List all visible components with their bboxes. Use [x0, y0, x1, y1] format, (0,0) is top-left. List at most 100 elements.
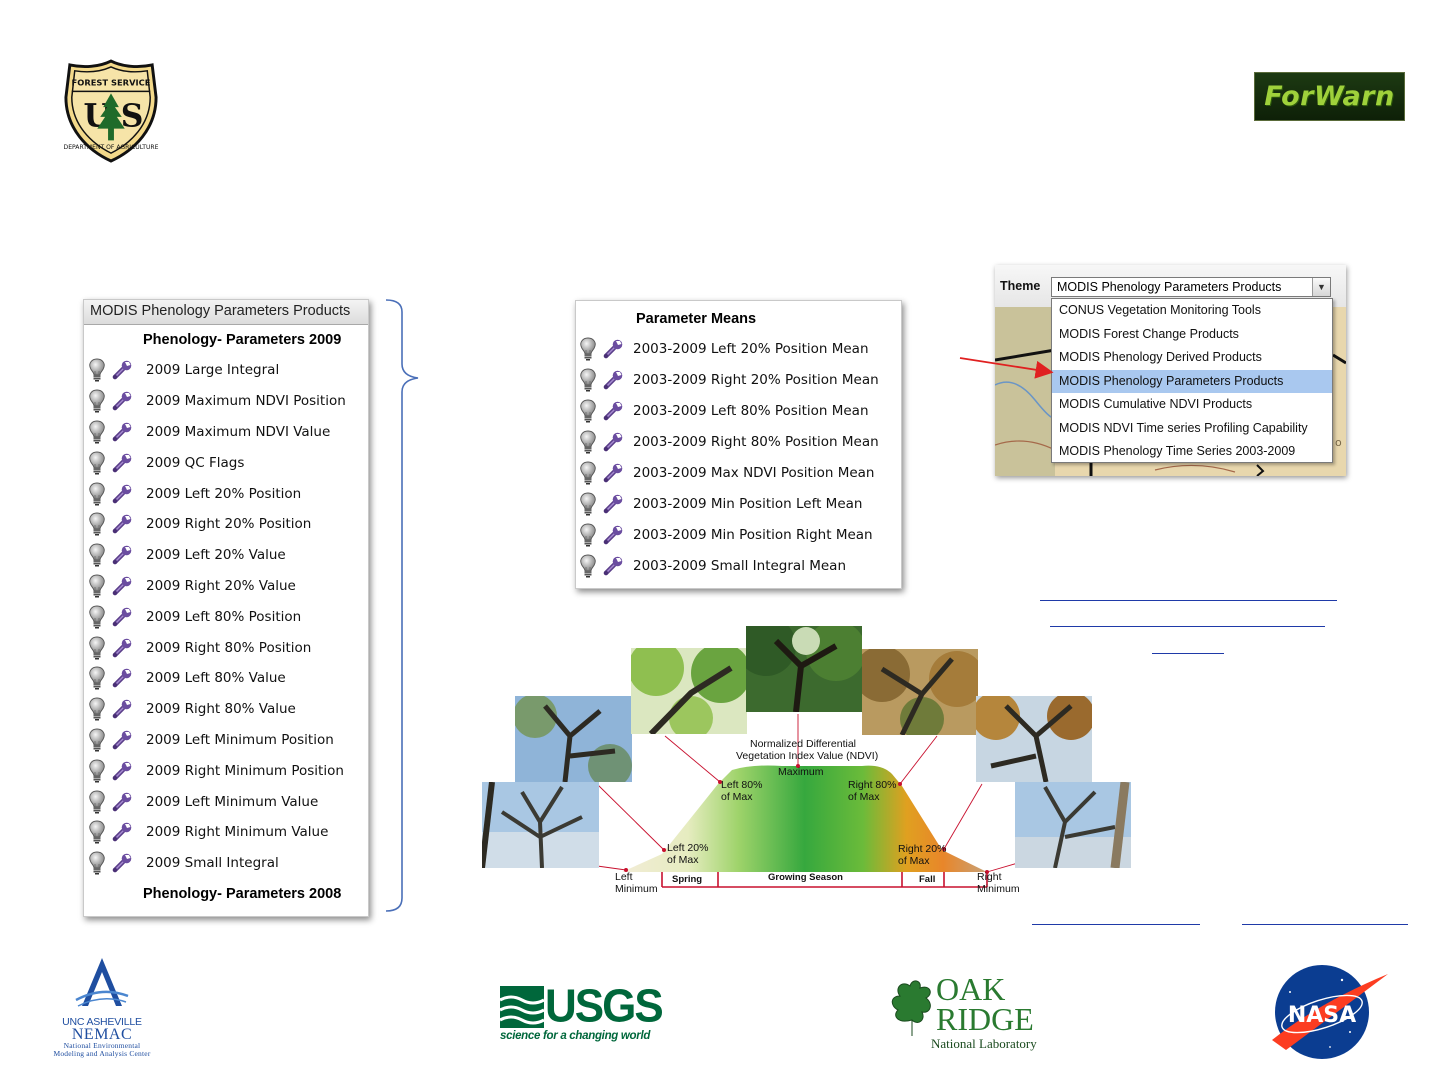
- theme-select[interactable]: MODIS Phenology Parameters Products ▼: [1051, 277, 1331, 297]
- theme-option[interactable]: CONUS Vegetation Monitoring Tools: [1052, 299, 1332, 323]
- lightbulb-icon[interactable]: [87, 819, 107, 845]
- lightbulb-icon[interactable]: [87, 727, 107, 753]
- lightbulb-icon[interactable]: [87, 665, 107, 691]
- wrench-icon[interactable]: [111, 544, 133, 566]
- wrench-icon[interactable]: [111, 729, 133, 751]
- link-underline[interactable]: [1040, 600, 1337, 601]
- layer-row[interactable]: 2003-2009 Max NDVI Position Mean: [576, 458, 901, 489]
- parameter-means-title[interactable]: Parameter Means: [576, 301, 901, 334]
- lightbulb-icon[interactable]: [578, 429, 598, 455]
- layer-row[interactable]: 2009 Left Minimum Value: [84, 786, 368, 817]
- layer-label: 2009 Left Minimum Position: [146, 731, 334, 748]
- wrench-icon[interactable]: [111, 421, 133, 443]
- chevron-down-icon[interactable]: ▼: [1312, 278, 1330, 296]
- wrench-icon[interactable]: [602, 493, 624, 515]
- layer-row[interactable]: 2009 Right Minimum Value: [84, 817, 368, 848]
- lightbulb-icon[interactable]: [578, 491, 598, 517]
- nemac-line2: NEMAC: [71, 1026, 133, 1043]
- wrench-icon[interactable]: [111, 852, 133, 874]
- theme-option[interactable]: MODIS Cumulative NDVI Products: [1052, 393, 1332, 417]
- theme-option[interactable]: MODIS NDVI Time series Profiling Capabil…: [1052, 417, 1332, 441]
- layer-label: 2009 Maximum NDVI Value: [146, 423, 331, 440]
- layer-label: 2009 Left 20% Position: [146, 485, 302, 502]
- layer-row[interactable]: 2009 Right 20% Position: [84, 509, 368, 540]
- ndvi-title-line1: Normalized Differential: [750, 738, 857, 750]
- layer-row[interactable]: 2009 Right 80% Position: [84, 632, 368, 663]
- layer-row[interactable]: 2003-2009 Min Position Left Mean: [576, 488, 901, 519]
- wrench-icon[interactable]: [111, 359, 133, 381]
- lightbulb-icon[interactable]: [87, 511, 107, 537]
- lightbulb-icon[interactable]: [578, 553, 598, 579]
- wrench-icon[interactable]: [111, 452, 133, 474]
- wrench-icon[interactable]: [602, 369, 624, 391]
- lightbulb-icon[interactable]: [87, 573, 107, 599]
- lightbulb-icon[interactable]: [87, 450, 107, 476]
- link-underline[interactable]: [1152, 653, 1224, 654]
- group-title-2009[interactable]: Phenology- Parameters 2009: [84, 325, 368, 355]
- layer-row[interactable]: 2003-2009 Right 20% Position Mean: [576, 365, 901, 396]
- wrench-icon[interactable]: [602, 462, 624, 484]
- wrench-icon[interactable]: [602, 338, 624, 360]
- layer-row[interactable]: 2009 Maximum NDVI Value: [84, 417, 368, 448]
- wrench-icon[interactable]: [111, 760, 133, 782]
- layer-row[interactable]: 2009 QC Flags: [84, 447, 368, 478]
- wrench-icon[interactable]: [111, 513, 133, 535]
- wrench-icon[interactable]: [602, 555, 624, 577]
- theme-option[interactable]: MODIS Phenology Parameters Products: [1052, 369, 1332, 393]
- layer-row[interactable]: 2009 Left 20% Value: [84, 540, 368, 571]
- layer-row[interactable]: 2003-2009 Small Integral Mean: [576, 550, 901, 581]
- lightbulb-icon[interactable]: [87, 696, 107, 722]
- link-underline[interactable]: [1242, 924, 1408, 925]
- theme-option[interactable]: MODIS Phenology Derived Products: [1052, 346, 1332, 370]
- wrench-icon[interactable]: [111, 637, 133, 659]
- wrench-icon[interactable]: [111, 390, 133, 412]
- layer-row[interactable]: 2009 Right 80% Value: [84, 694, 368, 725]
- wrench-icon[interactable]: [602, 524, 624, 546]
- layer-row[interactable]: 2003-2009 Right 80% Position Mean: [576, 427, 901, 458]
- wrench-icon[interactable]: [602, 431, 624, 453]
- lightbulb-icon[interactable]: [87, 357, 107, 383]
- wrench-icon[interactable]: [111, 483, 133, 505]
- wrench-icon[interactable]: [111, 791, 133, 813]
- lightbulb-icon[interactable]: [87, 789, 107, 815]
- layer-row[interactable]: 2009 Right Minimum Position: [84, 755, 368, 786]
- left-20-line1: Left 20%: [667, 842, 709, 854]
- layer-row[interactable]: 2009 Maximum NDVI Position: [84, 386, 368, 417]
- wrench-icon[interactable]: [111, 821, 133, 843]
- lightbulb-icon[interactable]: [87, 635, 107, 661]
- link-underline[interactable]: [1032, 924, 1200, 925]
- wrench-icon[interactable]: [111, 606, 133, 628]
- lightbulb-icon[interactable]: [578, 336, 598, 362]
- theme-option[interactable]: MODIS Phenology Time Series 2003-2009: [1052, 440, 1332, 464]
- layer-row[interactable]: 2009 Left 80% Position: [84, 601, 368, 632]
- lightbulb-icon[interactable]: [578, 460, 598, 486]
- layer-label: 2009 Right 20% Position: [146, 516, 312, 533]
- layer-row[interactable]: 2009 Right 20% Value: [84, 571, 368, 602]
- layer-row[interactable]: 2009 Left Minimum Position: [84, 725, 368, 756]
- lightbulb-icon[interactable]: [87, 419, 107, 445]
- layer-row[interactable]: 2003-2009 Min Position Right Mean: [576, 519, 901, 550]
- layer-row[interactable]: 2009 Left 20% Position: [84, 478, 368, 509]
- lightbulb-icon[interactable]: [87, 850, 107, 876]
- lightbulb-icon[interactable]: [578, 398, 598, 424]
- wrench-icon[interactable]: [111, 575, 133, 597]
- lightbulb-icon[interactable]: [87, 542, 107, 568]
- theme-option[interactable]: MODIS Forest Change Products: [1052, 323, 1332, 347]
- wrench-icon[interactable]: [111, 667, 133, 689]
- lightbulb-icon[interactable]: [87, 758, 107, 784]
- layer-row[interactable]: 2009 Small Integral: [84, 848, 368, 879]
- lightbulb-icon[interactable]: [87, 388, 107, 414]
- lightbulb-icon[interactable]: [578, 522, 598, 548]
- left-20-line2: of Max: [667, 854, 699, 866]
- layer-row[interactable]: 2003-2009 Left 80% Position Mean: [576, 396, 901, 427]
- wrench-icon[interactable]: [602, 400, 624, 422]
- wrench-icon[interactable]: [111, 698, 133, 720]
- lightbulb-icon[interactable]: [87, 481, 107, 507]
- layer-row[interactable]: 2009 Large Integral: [84, 355, 368, 386]
- spring-label: Spring: [672, 874, 703, 885]
- lightbulb-icon[interactable]: [578, 367, 598, 393]
- group-title-2008[interactable]: Phenology- Parameters 2008: [84, 879, 368, 909]
- layer-row[interactable]: 2003-2009 Left 20% Position Mean: [576, 334, 901, 365]
- layer-row[interactable]: 2009 Left 80% Value: [84, 663, 368, 694]
- lightbulb-icon[interactable]: [87, 604, 107, 630]
